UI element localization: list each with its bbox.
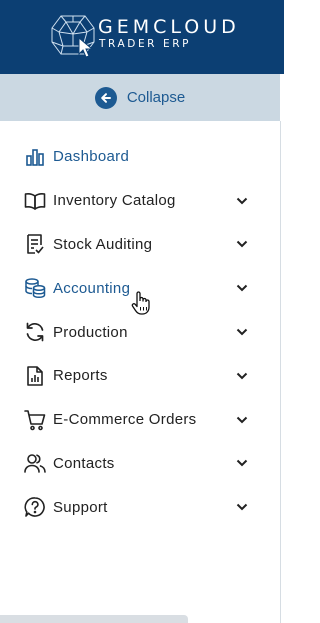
chevron-down-icon[interactable] [236, 240, 248, 248]
book-icon [24, 190, 46, 212]
hand-pointer-cursor-icon [131, 291, 150, 315]
chevron-down-icon[interactable] [236, 284, 248, 292]
refresh-icon [24, 321, 46, 343]
users-icon [24, 452, 46, 474]
sidebar-item-production[interactable]: Production [0, 310, 280, 354]
sidebar-item-label: Reports [53, 367, 108, 385]
app-header: GEMCLOUD TRADER ERP [0, 0, 284, 74]
sidebar-item-support[interactable]: Support [0, 485, 280, 529]
chevron-down-icon[interactable] [236, 197, 248, 205]
horizontal-scrollbar[interactable] [0, 615, 188, 623]
sidebar-divider [280, 121, 281, 623]
chevron-down-icon[interactable] [236, 328, 248, 336]
brand-name: GEMCLOUD [98, 16, 240, 38]
sidebar-item-contacts[interactable]: Contacts [0, 442, 280, 486]
chevron-down-icon[interactable] [236, 416, 248, 424]
collapse-button[interactable]: Collapse [94, 86, 186, 109]
collapse-label: Collapse [126, 89, 186, 106]
chevron-down-icon[interactable] [236, 503, 248, 511]
coins-icon [24, 277, 46, 299]
sidebar-item-label: Inventory Catalog [53, 192, 176, 210]
logo-cursor-icon [78, 37, 94, 58]
chevron-down-icon[interactable] [236, 459, 248, 467]
report-icon [24, 365, 46, 387]
checklist-icon [24, 233, 46, 255]
collapse-bar[interactable]: Collapse [0, 74, 280, 121]
sidebar-nav: Dashboard Inventory Catalog Stock Auditi… [0, 135, 280, 529]
sidebar-item-label: Stock Auditing [53, 235, 153, 253]
sidebar-item-label: Production [53, 323, 128, 341]
arrow-left-icon [94, 86, 117, 109]
sidebar-item-label: E-Commerce Orders [53, 411, 197, 429]
sidebar-item-ecommerce-orders[interactable]: E-Commerce Orders [0, 398, 280, 442]
sidebar-item-label: Support [53, 498, 108, 516]
sidebar-item-dashboard[interactable]: Dashboard [0, 135, 280, 179]
cart-icon [24, 409, 46, 431]
bar-chart-icon [24, 146, 46, 168]
help-icon [24, 496, 46, 518]
sidebar-item-stock-auditing[interactable]: Stock Auditing [0, 223, 280, 267]
sidebar-item-label: Dashboard [53, 148, 130, 166]
sidebar-item-inventory-catalog[interactable]: Inventory Catalog [0, 179, 280, 223]
chevron-down-icon[interactable] [236, 372, 248, 380]
brand-tagline: TRADER ERP [99, 38, 192, 50]
sidebar-item-label: Accounting [53, 279, 131, 297]
sidebar-item-label: Contacts [53, 454, 115, 472]
sidebar-item-reports[interactable]: Reports [0, 354, 280, 398]
